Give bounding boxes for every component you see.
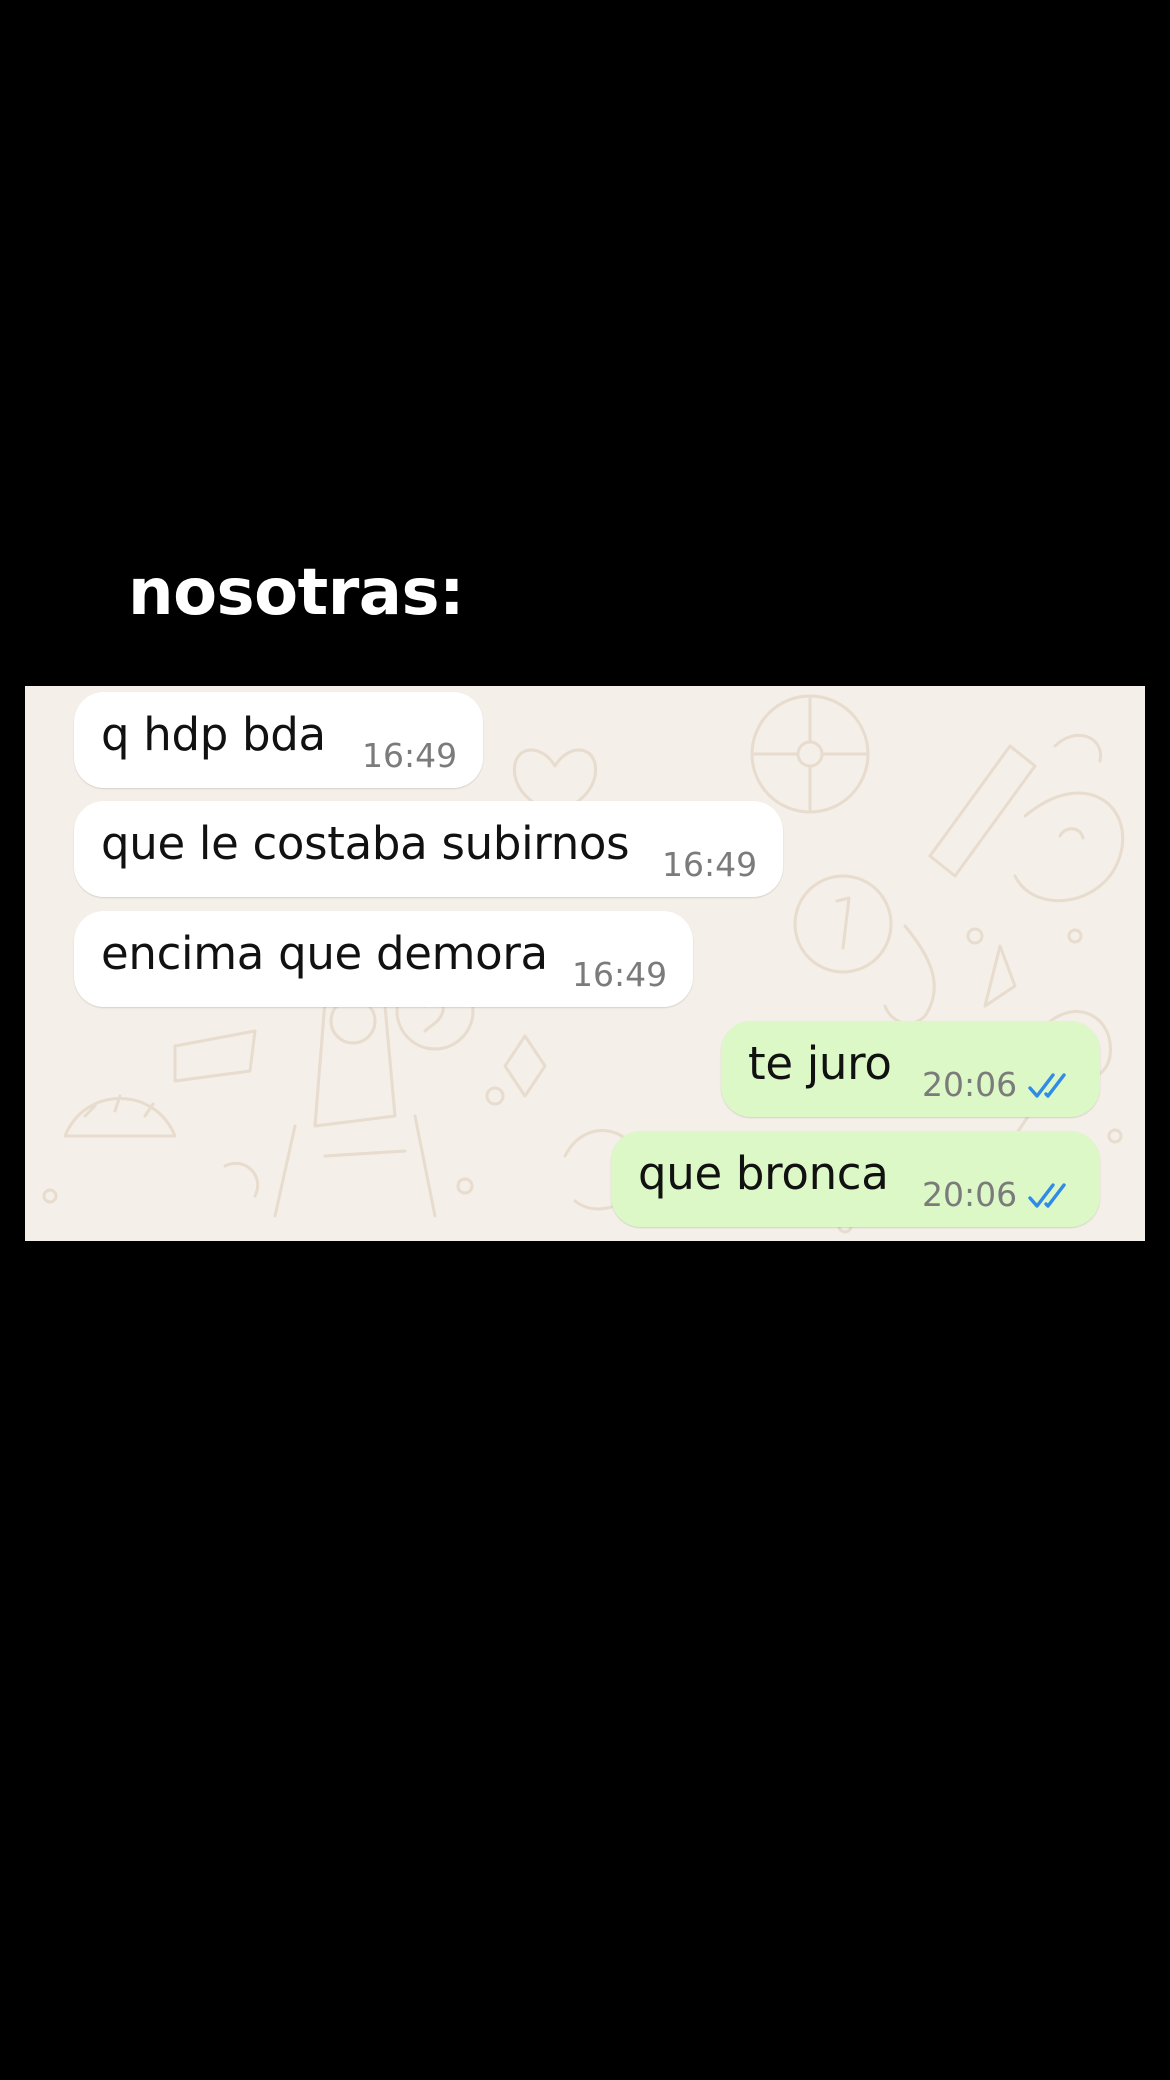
message-timestamp: 16:49 [362,736,458,775]
message-text: que bronca [638,1147,889,1200]
caption-text: nosotras: [128,556,465,630]
message-text: que le costaba subirnos [101,817,630,870]
message-bubble-incoming[interactable]: encima que demora 16:49 [74,911,693,1007]
message-bubble-incoming[interactable]: que le costaba subirnos 16:49 [74,801,783,897]
message-text: q hdp bda [101,708,326,761]
message-bubble-outgoing[interactable]: te juro 20:06 [721,1021,1100,1117]
message-timestamp: 16:49 [572,955,668,994]
message-bubble-incoming[interactable]: q hdp bda 16:49 [74,692,483,788]
double-check-icon [1028,1183,1066,1208]
message-timestamp: 16:49 [662,845,758,884]
message-timestamp: 20:06 [922,1065,1018,1104]
message-bubble-outgoing[interactable]: que bronca 20:06 [611,1131,1100,1227]
message-timestamp: 20:06 [922,1175,1018,1214]
message-text: encima que demora [101,927,548,980]
double-check-icon [1028,1073,1066,1098]
chat-screenshot: q hdp bda 16:49 que le costaba subirnos … [25,686,1145,1241]
message-text: te juro [748,1037,892,1090]
